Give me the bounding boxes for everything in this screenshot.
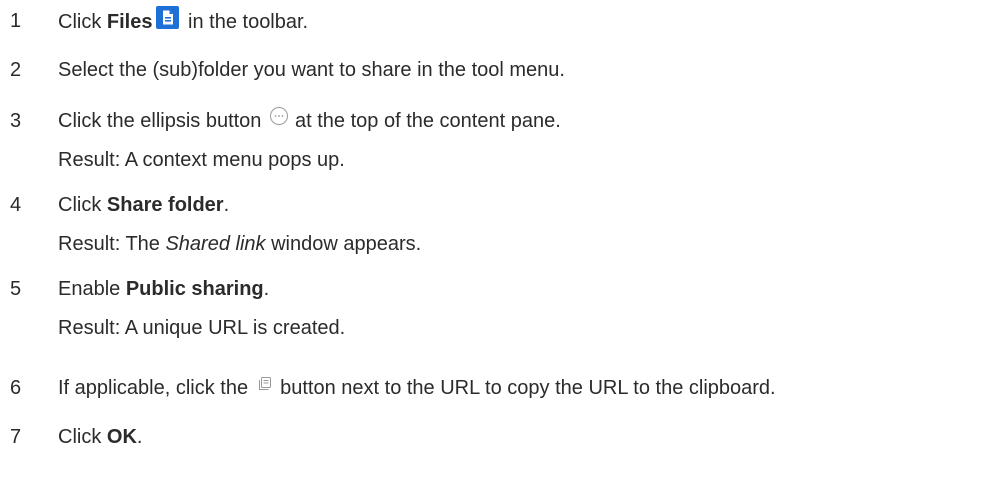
step-result: Result: A context menu pops up. — [58, 149, 345, 171]
ui-term: Share folder — [106, 194, 224, 216]
step-number: 2 — [10, 59, 22, 81]
step-result: Result: The Shared link window appears. — [58, 233, 422, 255]
procedure-steps: 1 Click Files in the toolbar. 2 Select t… — [0, 0, 1006, 491]
ellipsis-icon — [270, 107, 288, 125]
ui-term: OK — [106, 426, 137, 448]
step-number: 7 — [10, 426, 22, 448]
step-number: 5 — [10, 278, 22, 300]
step-text: Click the ellipsis button at the top of … — [58, 106, 561, 136]
ui-term: Files — [106, 11, 153, 33]
step-text: Click Files in the toolbar. — [58, 6, 308, 37]
window-name: Shared link — [165, 233, 266, 255]
step-text: Enable Public sharing. — [58, 278, 270, 300]
step-text: If applicable, click the button next to t… — [58, 373, 776, 403]
step-number: 6 — [10, 377, 22, 399]
files-icon — [156, 6, 180, 29]
copy-icon — [259, 377, 272, 390]
step-number: 4 — [10, 194, 22, 216]
step-number: 1 — [10, 10, 22, 32]
ui-term: Public sharing — [125, 278, 264, 300]
step-number: 3 — [10, 110, 22, 132]
step-text: Click Share folder. — [58, 194, 230, 216]
step-text: Select the (sub)folder you want to share… — [58, 59, 565, 81]
step-text: Click OK. — [58, 426, 143, 448]
step-result: Result: A unique URL is created. — [58, 317, 346, 339]
